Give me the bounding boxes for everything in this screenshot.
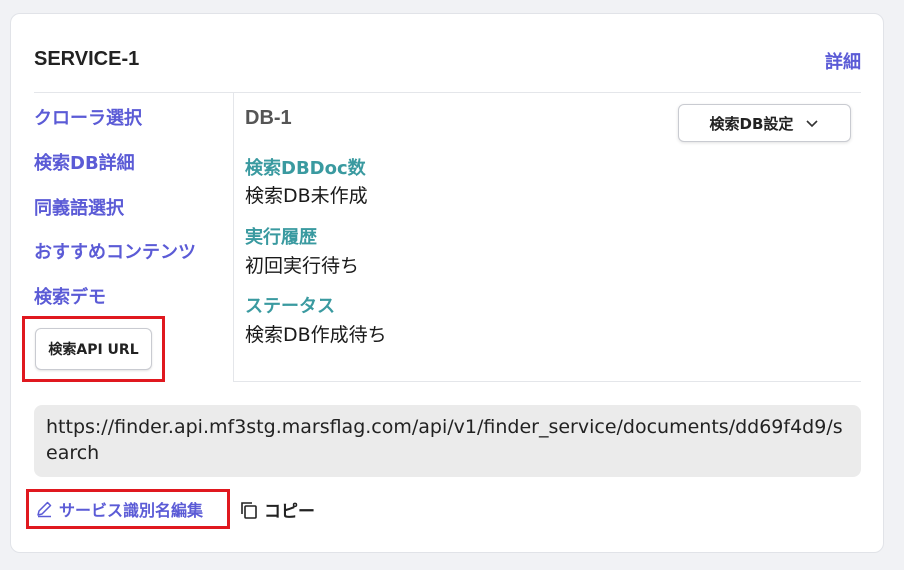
copy-label: コピー xyxy=(264,502,315,522)
search-api-url-button[interactable]: 検索API URL xyxy=(35,328,152,370)
status-label: ステータス xyxy=(245,296,335,317)
sidebar-item-synonym-select[interactable]: 同義語選択 xyxy=(34,194,124,220)
history-label: 実行履歴 xyxy=(245,227,317,248)
edit-service-name-button[interactable]: サービス識別名編集 xyxy=(35,497,203,521)
chevron-down-icon xyxy=(805,118,819,128)
header-divider xyxy=(34,92,861,93)
service-card: SERVICE-1 詳細 クローラ選択 検索DB詳細 同義語選択 おすすめコンテ… xyxy=(10,13,884,553)
search-db-settings-dropdown[interactable]: 検索DB設定 xyxy=(678,104,851,142)
doc-count-label: 検索DBDoc数 xyxy=(245,158,366,179)
content-divider xyxy=(233,381,861,382)
sidebar-item-search-db-details[interactable]: 検索DB詳細 xyxy=(34,149,135,175)
doc-count-value: 検索DB未作成 xyxy=(245,185,368,207)
sidebar-item-recommended-content[interactable]: おすすめコンテンツ xyxy=(34,238,196,264)
copy-icon xyxy=(239,500,259,520)
db-name: DB-1 xyxy=(245,107,292,129)
sidebar-item-search-demo[interactable]: 検索デモ xyxy=(34,283,106,309)
copy-button[interactable]: コピー xyxy=(239,497,315,522)
service-title: SERVICE-1 xyxy=(34,48,140,70)
search-db-settings-label: 検索DB設定 xyxy=(709,114,794,133)
sidebar-item-crawler-select[interactable]: クローラ選択 xyxy=(34,104,142,130)
details-link[interactable]: 詳細 xyxy=(825,48,861,74)
edit-service-name-label: サービス識別名編集 xyxy=(59,501,204,520)
status-value: 検索DB作成待ち xyxy=(245,324,387,346)
api-url-display: https://finder.api.mf3stg.marsflag.com/a… xyxy=(34,405,861,477)
pencil-icon xyxy=(35,500,53,518)
history-value: 初回実行待ち xyxy=(245,255,360,277)
column-divider xyxy=(233,93,234,382)
